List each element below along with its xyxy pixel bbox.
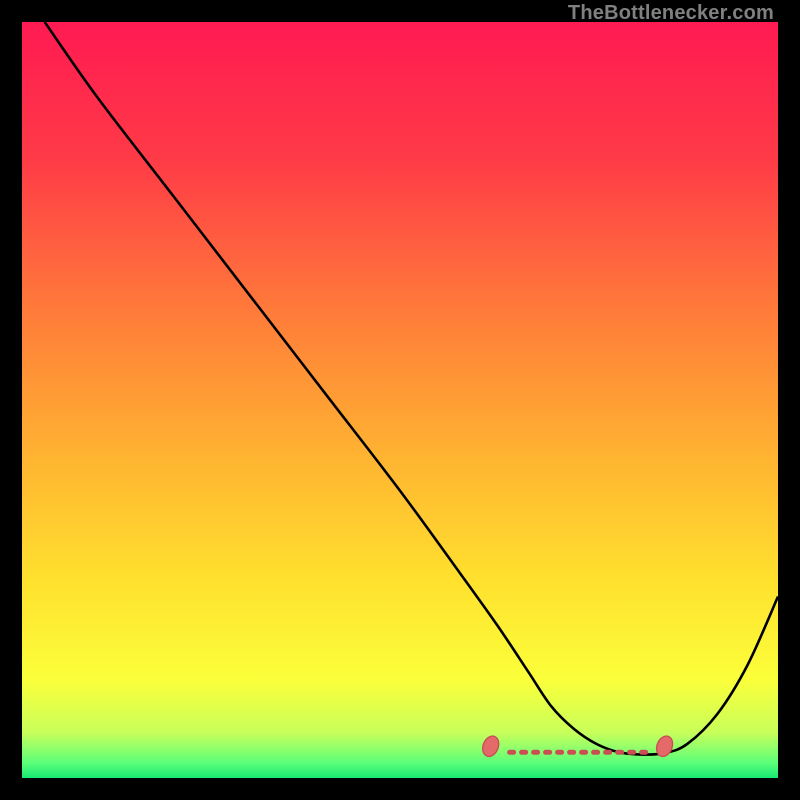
chart-frame [22,22,778,778]
bottleneck-chart [22,22,778,778]
gradient-background [22,22,778,778]
